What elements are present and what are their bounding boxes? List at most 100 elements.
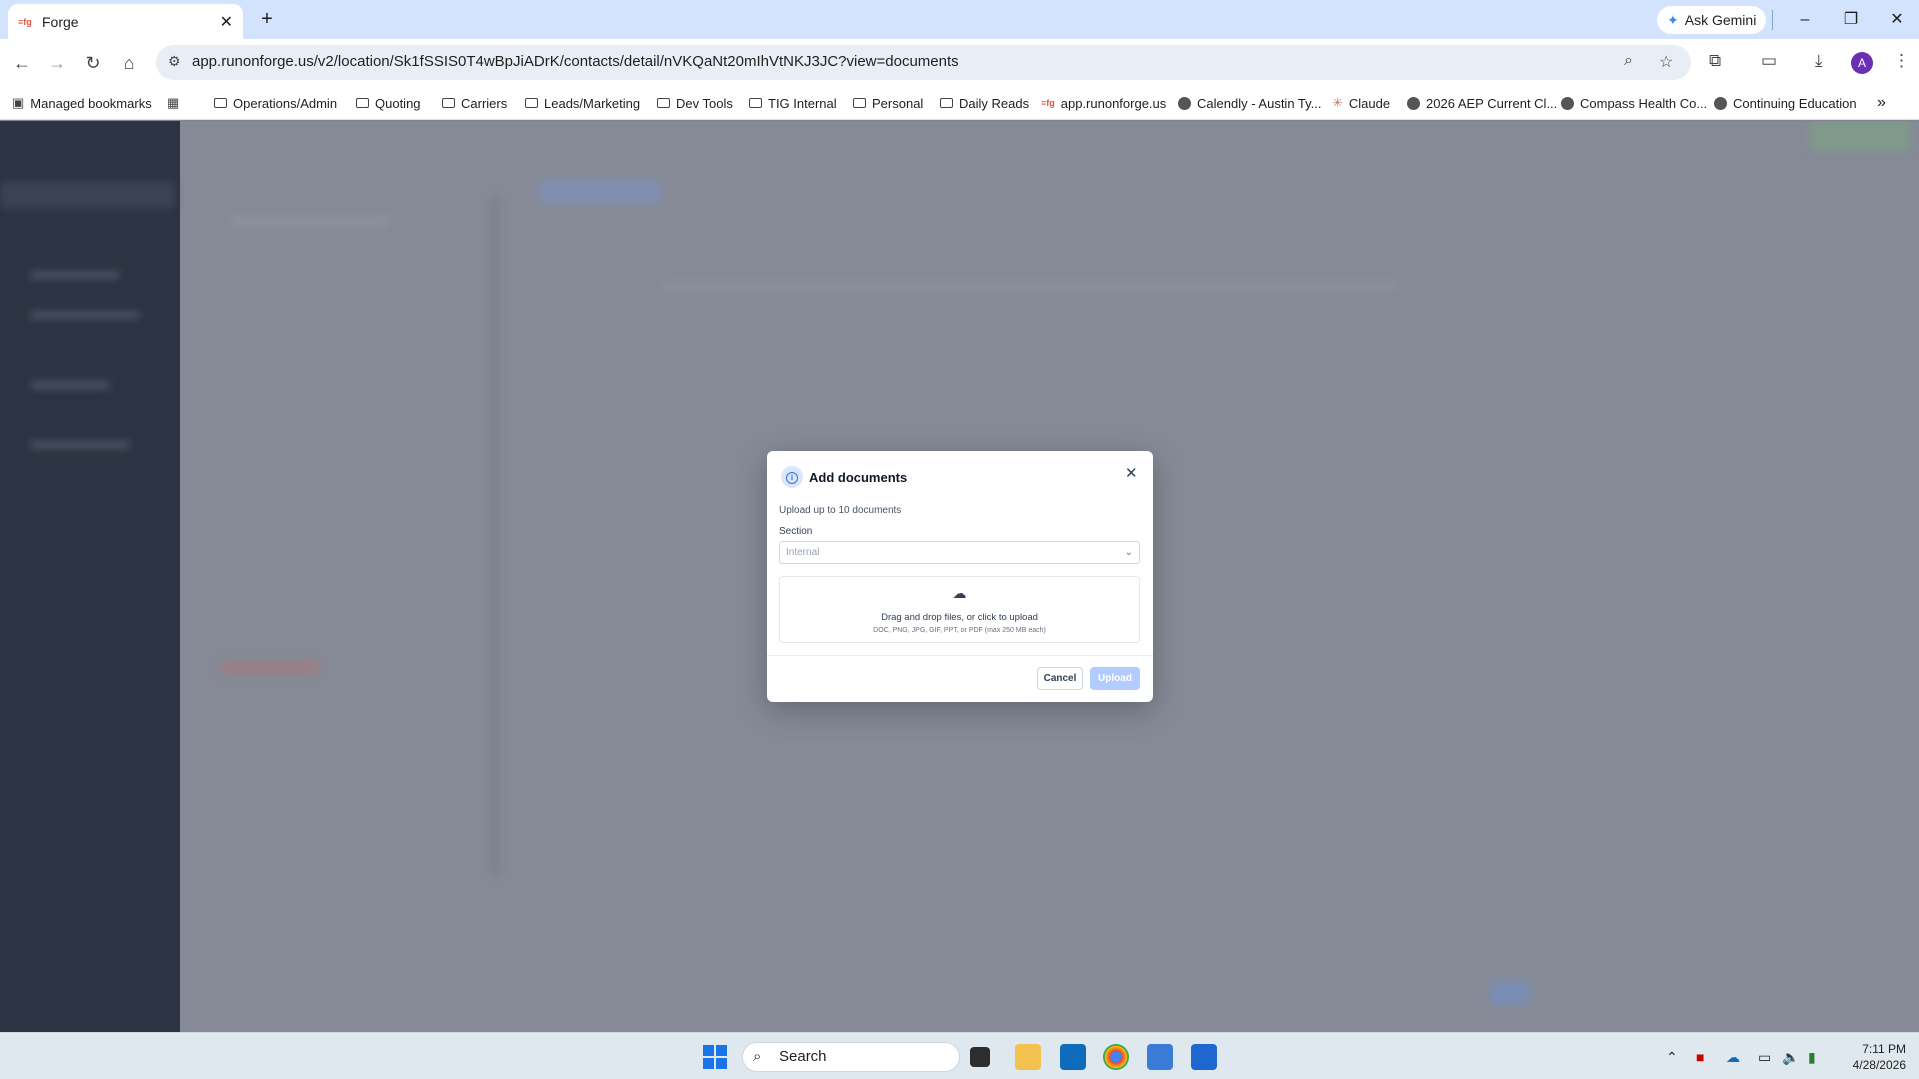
ask-gemini-label: Ask Gemini	[1684, 12, 1757, 28]
home-icon[interactable]: ⌂	[115, 49, 143, 77]
file-explorer-icon[interactable]	[1015, 1044, 1041, 1070]
blurred-block	[30, 441, 130, 449]
blurred-block	[1810, 121, 1910, 151]
blurred-block	[490, 196, 500, 876]
blurred-block	[30, 381, 110, 389]
forward-arrow-icon[interactable]: →	[43, 49, 71, 77]
globe-icon	[1714, 96, 1727, 110]
add-documents-modal: i Add documents ✕ Upload up to 10 docume…	[767, 451, 1153, 702]
bookmark-managed[interactable]: ▣ Managed bookmarks	[12, 86, 152, 120]
bookmark-compass-health[interactable]: Compass Health Co...	[1561, 86, 1707, 120]
bookmark-label: Daily Reads	[959, 95, 1030, 111]
modal-title: Add documents	[809, 470, 908, 485]
bookmark-operations-admin[interactable]: Operations/Admin	[214, 86, 337, 120]
folder-icon	[356, 98, 369, 108]
bookmark-runonforge[interactable]: ≡fg app.runonforge.us	[1041, 86, 1166, 120]
tab-bar: ≡fg Forge ✕ + ✦ Ask Gemini – ❐ ✕	[0, 0, 1919, 39]
taskbar-clock[interactable]: 7:11 PM 4/28/2026	[1830, 1041, 1906, 1073]
info-icon: i	[781, 466, 803, 488]
tab-title: Forge	[42, 13, 79, 30]
modal-subtitle: Upload up to 10 documents	[779, 505, 902, 516]
folder-icon	[442, 98, 455, 108]
bookmark-label: Continuing Education	[1733, 95, 1857, 111]
browser-toolbar: ← → ↻ ⌂ ⚙ app.runonforge.us/v2/location/…	[0, 39, 1919, 86]
url-text[interactable]: app.runonforge.us/v2/location/Sk1fSSIS0T…	[192, 53, 959, 70]
folder-icon	[525, 98, 538, 108]
forge-favicon-icon: ≡fg	[18, 16, 32, 27]
extensions-icon[interactable]: ⧉	[1709, 51, 1721, 71]
bookmark-label: Quoting	[375, 95, 421, 111]
apps-grid-icon[interactable]: ▦	[167, 86, 185, 120]
globe-icon	[1561, 96, 1574, 110]
zoom-icon[interactable]: ⌕	[1624, 52, 1633, 70]
bookmark-calendly[interactable]: Calendly - Austin Ty...	[1178, 86, 1322, 120]
onedrive-icon[interactable]: ☁	[1726, 1049, 1740, 1066]
bookmark-label: TIG Internal	[768, 95, 837, 111]
bookmark-label: Operations/Admin	[233, 95, 338, 111]
blurred-block	[0, 181, 175, 209]
tab-forge[interactable]: ≡fg Forge ✕	[8, 4, 243, 39]
menu-icon[interactable]: ⋮	[1893, 51, 1910, 71]
tray-app-icon[interactable]: ■	[1696, 1049, 1704, 1065]
managed-icon: ▣	[12, 95, 25, 110]
task-view-icon[interactable]	[970, 1047, 990, 1067]
tray-chevron-up-icon[interactable]: ⌃	[1666, 1049, 1678, 1066]
modal-divider	[767, 655, 1153, 656]
ask-gemini-button[interactable]: ✦ Ask Gemini	[1657, 6, 1767, 34]
bookmark-leads-marketing[interactable]: Leads/Marketing	[525, 86, 640, 120]
file-dropzone[interactable]: ☁ Drag and drop files, or click to uploa…	[779, 576, 1140, 643]
bookmark-personal[interactable]: Personal	[853, 86, 923, 120]
bookmark-label: Dev Tools	[676, 95, 733, 111]
blurred-block	[230, 216, 390, 226]
site-settings-icon[interactable]: ⚙	[168, 53, 181, 70]
network-icon[interactable]: ▭	[1758, 1049, 1771, 1066]
bookmark-quoting[interactable]: Quoting	[356, 86, 421, 120]
bookmark-2026-aep[interactable]: 2026 AEP Current Cl...	[1407, 86, 1557, 120]
bookmark-carriers[interactable]: Carriers	[442, 86, 507, 120]
more-bookmarks-chevron-icon[interactable]: »	[1877, 86, 1886, 120]
search-icon: ⌕	[753, 1048, 762, 1065]
bookmark-daily-reads[interactable]: Daily Reads	[940, 86, 1029, 120]
forge-icon: ≡fg	[1041, 98, 1055, 108]
bookmark-label: Leads/Marketing	[544, 95, 641, 111]
m365-icon[interactable]	[1147, 1044, 1173, 1070]
bookmark-label: 2026 AEP Current Cl...	[1426, 95, 1558, 111]
taskbar-search[interactable]: ⌕ Search	[742, 1042, 960, 1072]
bookmark-tig-internal[interactable]: TIG Internal	[749, 86, 837, 120]
chrome-icon[interactable]	[1103, 1044, 1129, 1070]
bookmark-label: Calendly - Austin Ty...	[1197, 95, 1322, 111]
bookmark-continuing-education[interactable]: Continuing Education	[1714, 86, 1857, 120]
blurred-block	[1490, 981, 1530, 1005]
close-icon[interactable]: ✕	[1125, 464, 1138, 482]
store-icon[interactable]	[1191, 1044, 1217, 1070]
profile-avatar[interactable]: A	[1851, 52, 1873, 74]
volume-icon[interactable]: 🔈	[1782, 1049, 1799, 1066]
windows-start-icon[interactable]	[703, 1045, 727, 1069]
bookmark-label: Carriers	[461, 95, 508, 111]
minimize-icon[interactable]: –	[1785, 6, 1825, 34]
clock-time: 7:11 PM	[1862, 1042, 1906, 1056]
battery-icon[interactable]: ▮	[1808, 1049, 1816, 1066]
dropzone-text: Drag and drop files, or click to upload	[881, 612, 1038, 623]
reload-icon[interactable]: ↻	[79, 49, 107, 77]
section-select[interactable]: Internal ⌄	[779, 541, 1140, 564]
blurred-block	[660, 281, 1400, 291]
bookmark-star-icon[interactable]: ☆	[1659, 52, 1673, 72]
gemini-spark-icon: ✦	[1667, 11, 1679, 28]
outlook-icon[interactable]	[1060, 1044, 1086, 1070]
new-tab-button[interactable]: +	[254, 7, 280, 33]
tab-close-icon[interactable]: ✕	[220, 12, 233, 32]
upload-button[interactable]: Upload	[1090, 667, 1140, 690]
reading-mode-icon[interactable]: ▭	[1761, 51, 1777, 71]
taskbar-search-label: Search	[779, 1048, 827, 1065]
bookmark-dev-tools[interactable]: Dev Tools	[657, 86, 733, 120]
folder-icon	[657, 98, 670, 108]
bookmark-claude[interactable]: ✳ Claude	[1332, 86, 1390, 120]
blurred-block	[30, 311, 140, 319]
back-arrow-icon[interactable]: ←	[8, 49, 36, 77]
cancel-button[interactable]: Cancel	[1037, 667, 1083, 690]
downloads-icon[interactable]: ⤓	[1815, 51, 1823, 71]
restore-icon[interactable]: ❐	[1831, 6, 1871, 34]
window-close-icon[interactable]: ✕	[1877, 6, 1917, 34]
address-bar[interactable]: ⚙ app.runonforge.us/v2/location/Sk1fSSIS…	[156, 45, 1691, 80]
